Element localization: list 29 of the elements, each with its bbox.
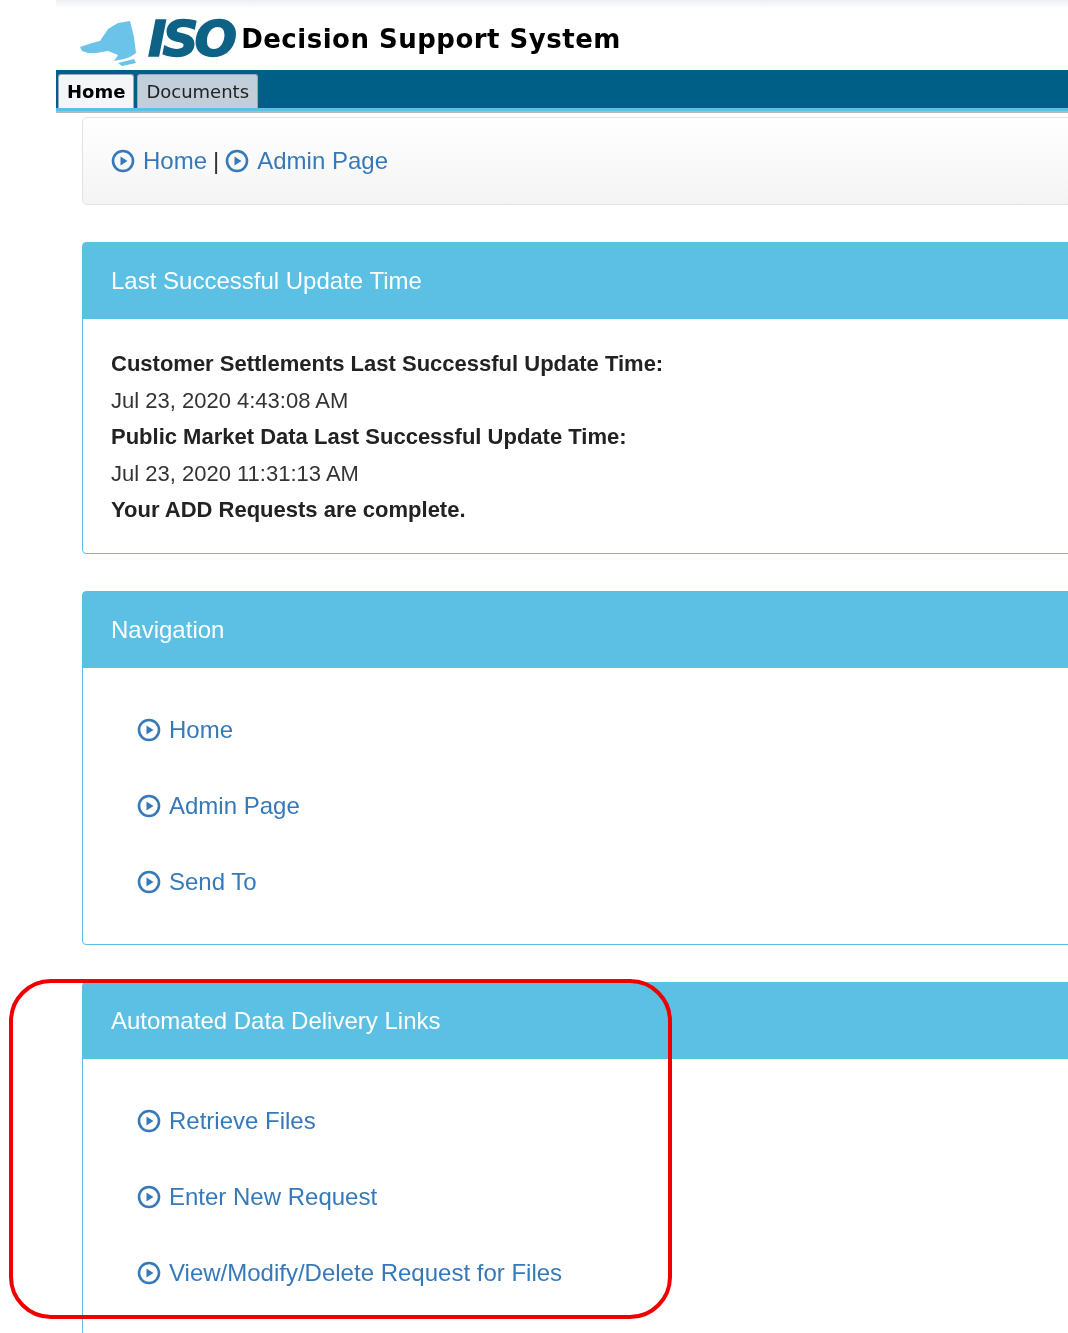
play-circle-icon xyxy=(137,1184,161,1209)
panel-heading: Automated Data Delivery Links xyxy=(83,982,1068,1059)
app-title: Decision Support System xyxy=(241,24,621,54)
status-text: Your ADD Requests are complete. xyxy=(111,496,467,524)
status-text: Jul 23, 2020 4:43:08 AM xyxy=(111,386,350,415)
logo-text: ISO xyxy=(148,14,234,64)
nav-link[interactable]: Home xyxy=(137,715,1068,744)
play-circle-icon xyxy=(137,1260,161,1285)
nav-link[interactable]: Enter New Request xyxy=(137,1182,1068,1211)
nav-tab[interactable]: Home xyxy=(58,74,135,108)
play-circle-icon xyxy=(137,869,161,894)
status-text: Jul 23, 2020 11:31:13 AM xyxy=(111,459,360,488)
play-circle-icon xyxy=(225,149,250,173)
status-text: Customer Settlements Last Successful Update Time: xyxy=(111,350,665,378)
breadcrumb-link[interactable]: Admin Page xyxy=(225,147,388,175)
play-circle-icon xyxy=(137,793,161,818)
breadcrumb-separator: | xyxy=(213,147,220,175)
panel-heading: Last Successful Update Time xyxy=(83,243,1068,319)
play-circle-icon xyxy=(137,717,161,742)
nav-link[interactable]: Retrieve Files xyxy=(137,1106,1068,1135)
nav-link[interactable]: View/Modify/Delete Request for Files xyxy=(137,1258,1068,1287)
breadcrumb-link[interactable]: Home xyxy=(111,147,208,175)
play-circle-icon xyxy=(111,149,135,173)
status-text: Public Market Data Last Successful Update Time: xyxy=(111,423,628,451)
panel-heading: Navigation xyxy=(83,591,1068,668)
nav-link[interactable]: Send To xyxy=(137,867,1068,896)
nav-tab[interactable]: Documents xyxy=(137,74,259,108)
nav-link[interactable]: Admin Page xyxy=(137,791,1068,820)
play-circle-icon xyxy=(137,1108,161,1133)
